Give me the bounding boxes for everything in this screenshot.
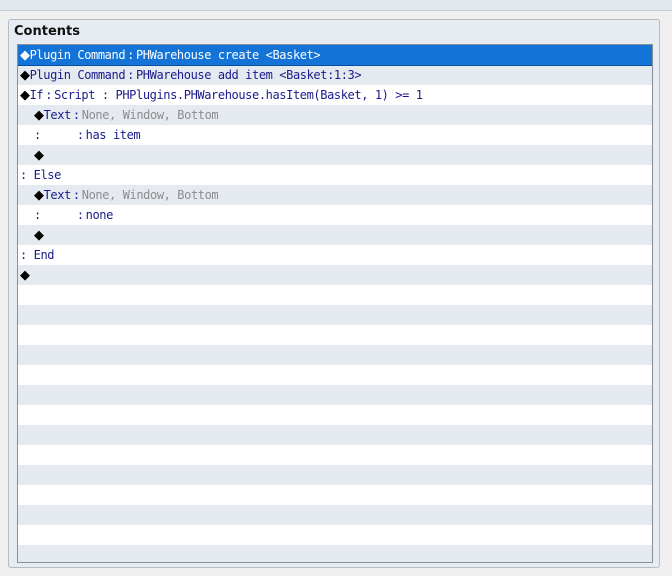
panel-title: Contents bbox=[14, 24, 80, 39]
separator: : bbox=[127, 68, 134, 82]
event-command-row[interactable] bbox=[18, 445, 652, 465]
event-command-row[interactable]: ◆Text: None, Window, Bottom bbox=[18, 185, 652, 205]
command-name: Plugin Command bbox=[29, 68, 126, 82]
row-content: ◆ bbox=[20, 145, 44, 166]
event-command-row[interactable]: :: none bbox=[18, 205, 652, 225]
continuation-marker: : bbox=[34, 208, 41, 222]
event-command-row[interactable]: :: has item bbox=[18, 125, 652, 145]
event-command-row[interactable] bbox=[18, 325, 652, 345]
separator: : bbox=[76, 128, 84, 142]
event-command-row[interactable]: ◆ bbox=[18, 225, 652, 245]
command-marker-icon: ◆ bbox=[34, 188, 44, 203]
event-command-row[interactable]: ◆If: Script : PHPlugins.PHWarehouse.hasIt… bbox=[18, 85, 652, 105]
command-arguments: PHWarehouse add item <Basket:1:3> bbox=[135, 68, 362, 82]
row-content: :: has item bbox=[20, 125, 141, 145]
row-content: ◆Text: None, Window, Bottom bbox=[20, 185, 219, 206]
row-content: :: none bbox=[20, 205, 113, 225]
row-content: : End bbox=[20, 245, 55, 265]
separator: : bbox=[45, 88, 53, 102]
continuation-marker: : bbox=[34, 128, 41, 142]
command-arguments: Script : PHPlugins.PHWarehouse.hasItem(B… bbox=[54, 88, 423, 102]
command-arguments: PHWarehouse create <Basket> bbox=[135, 48, 321, 62]
event-command-row[interactable]: : End bbox=[18, 245, 652, 265]
separator: : bbox=[72, 188, 80, 202]
command-marker-icon: ◆ bbox=[34, 148, 44, 163]
event-command-list[interactable]: ◆Plugin Command: PHWarehouse create <Bask… bbox=[17, 44, 653, 563]
event-command-row[interactable]: ◆ bbox=[18, 145, 652, 165]
row-content: ◆ bbox=[20, 265, 30, 286]
row-content: ◆Plugin Command: PHWarehouse create <Bask… bbox=[20, 45, 321, 66]
branch-label: : End bbox=[20, 248, 55, 262]
command-marker-icon: ◆ bbox=[20, 48, 30, 63]
event-command-row[interactable]: ◆Plugin Command: PHWarehouse add item <Ba… bbox=[18, 65, 652, 85]
command-marker-icon: ◆ bbox=[20, 268, 30, 283]
row-content: ◆Plugin Command: PHWarehouse add item <Ba… bbox=[20, 65, 362, 86]
row-content: ◆If: Script : PHPlugins.PHWarehouse.hasIt… bbox=[20, 85, 423, 106]
event-command-row[interactable] bbox=[18, 305, 652, 325]
branch-label: : Else bbox=[20, 168, 61, 182]
event-command-row[interactable] bbox=[18, 505, 652, 525]
row-content: ◆ bbox=[20, 225, 44, 246]
event-command-row[interactable]: : Else bbox=[18, 165, 652, 185]
contents-panel: Contents ◆Plugin Command: PHWarehouse cre… bbox=[8, 19, 660, 568]
event-command-row[interactable] bbox=[18, 465, 652, 485]
event-command-row[interactable] bbox=[18, 405, 652, 425]
command-arguments: None, Window, Bottom bbox=[81, 108, 219, 122]
event-command-row[interactable] bbox=[18, 545, 652, 562]
command-marker-icon: ◆ bbox=[20, 88, 30, 103]
command-marker-icon: ◆ bbox=[34, 228, 44, 243]
row-content: ◆Text: None, Window, Bottom bbox=[20, 105, 219, 126]
separator: : bbox=[76, 208, 84, 222]
event-command-row[interactable]: ◆Text: None, Window, Bottom bbox=[18, 105, 652, 125]
event-command-row[interactable] bbox=[18, 485, 652, 505]
command-name: If bbox=[29, 88, 44, 102]
event-command-row[interactable] bbox=[18, 365, 652, 385]
event-command-row[interactable] bbox=[18, 525, 652, 545]
event-command-row[interactable] bbox=[18, 345, 652, 365]
top-toolbar-strip bbox=[0, 0, 672, 11]
command-arguments: has item bbox=[85, 128, 141, 142]
event-command-row[interactable] bbox=[18, 285, 652, 305]
command-marker-icon: ◆ bbox=[20, 68, 30, 83]
event-command-row[interactable] bbox=[18, 385, 652, 405]
command-arguments: none bbox=[85, 208, 114, 222]
event-command-row[interactable]: ◆Plugin Command: PHWarehouse create <Bask… bbox=[18, 45, 652, 66]
command-name: Text bbox=[43, 188, 72, 202]
command-marker-icon: ◆ bbox=[34, 108, 44, 123]
command-name: Text bbox=[43, 108, 72, 122]
event-command-row[interactable]: ◆ bbox=[18, 265, 652, 285]
row-content: : Else bbox=[20, 165, 61, 185]
separator: : bbox=[127, 48, 134, 62]
separator: : bbox=[72, 108, 80, 122]
command-name: Plugin Command bbox=[29, 48, 126, 62]
command-arguments: None, Window, Bottom bbox=[81, 188, 219, 202]
event-command-row[interactable] bbox=[18, 425, 652, 445]
